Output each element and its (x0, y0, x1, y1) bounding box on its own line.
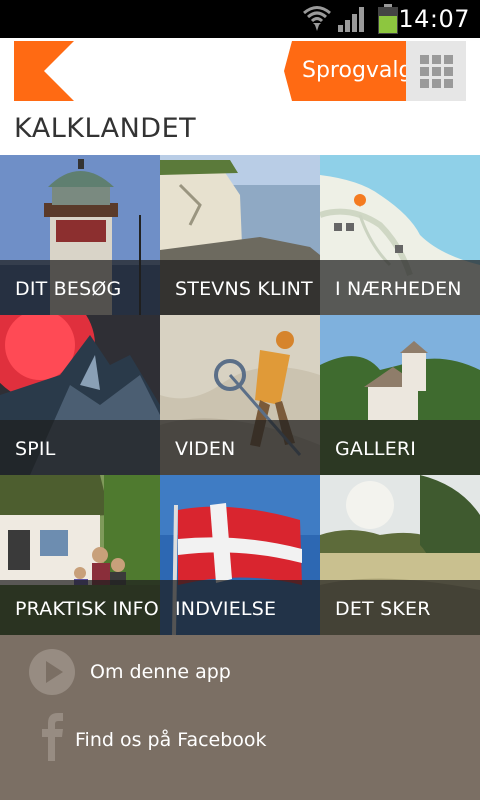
tile-galleri[interactable]: GALLERI (320, 315, 480, 475)
app-header: Sprogvalg (0, 38, 480, 110)
tile-label: DET SKER (335, 598, 431, 620)
tile-caption: DIT BESØG (0, 260, 160, 315)
battery-icon (378, 4, 398, 34)
tile-label: STEVNS KLINT (175, 278, 313, 300)
tile-label: INDVIELSE (175, 598, 277, 620)
tile-viden[interactable]: VIDEN (160, 315, 320, 475)
tile-spil[interactable]: SPIL (0, 315, 160, 475)
tile-label: GALLERI (335, 438, 417, 460)
tile-caption: SPIL (0, 420, 160, 475)
play-icon (29, 649, 75, 695)
grid-menu-button[interactable] (406, 41, 466, 101)
k-logo-icon[interactable] (14, 41, 74, 101)
about-app-label: Om denne app (90, 661, 231, 683)
language-button-label: Sprogvalg (302, 58, 413, 83)
grid-icon (420, 55, 453, 88)
tile-grid: DIT BESØG STEVNS KLINT I NÆRHEDEN SPIL V… (0, 155, 480, 635)
signal-icon (338, 7, 364, 32)
tile-caption: GALLERI (320, 420, 480, 475)
about-app-item[interactable]: Om denne app (0, 643, 480, 703)
tile-dit-besog[interactable]: DIT BESØG (0, 155, 160, 315)
status-bar: 14:07 (0, 0, 480, 38)
tile-caption: INDVIELSE (160, 580, 320, 635)
tile-i-naerheden[interactable]: I NÆRHEDEN (320, 155, 480, 315)
clock: 14:07 (398, 5, 470, 33)
tile-label: I NÆRHEDEN (335, 278, 462, 300)
tile-stevns-klint[interactable]: STEVNS KLINT (160, 155, 320, 315)
tile-caption: PRAKTISK INFO (0, 580, 160, 635)
facebook-label: Find os på Facebook (75, 729, 267, 751)
tile-label: DIT BESØG (15, 278, 122, 300)
wifi-icon (303, 6, 331, 31)
tile-caption: DET SKER (320, 580, 480, 635)
tile-indvielse[interactable]: INDVIELSE (160, 475, 320, 635)
facebook-item[interactable]: Find os på Facebook (0, 711, 480, 771)
tile-caption: I NÆRHEDEN (320, 260, 480, 315)
facebook-icon (42, 713, 63, 761)
tile-caption: STEVNS KLINT (160, 260, 320, 315)
tile-praktisk-info[interactable]: PRAKTISK INFO (0, 475, 160, 635)
language-button[interactable]: Sprogvalg (284, 41, 413, 101)
footer-menu: Om denne app Find os på Facebook (0, 635, 480, 800)
tile-det-sker[interactable]: DET SKER (320, 475, 480, 635)
tile-label: PRAKTISK INFO (15, 598, 159, 620)
tile-caption: VIDEN (160, 420, 320, 475)
tile-label: VIDEN (175, 438, 236, 460)
tile-label: SPIL (15, 438, 56, 460)
page-title: KALKLANDET (14, 113, 197, 144)
